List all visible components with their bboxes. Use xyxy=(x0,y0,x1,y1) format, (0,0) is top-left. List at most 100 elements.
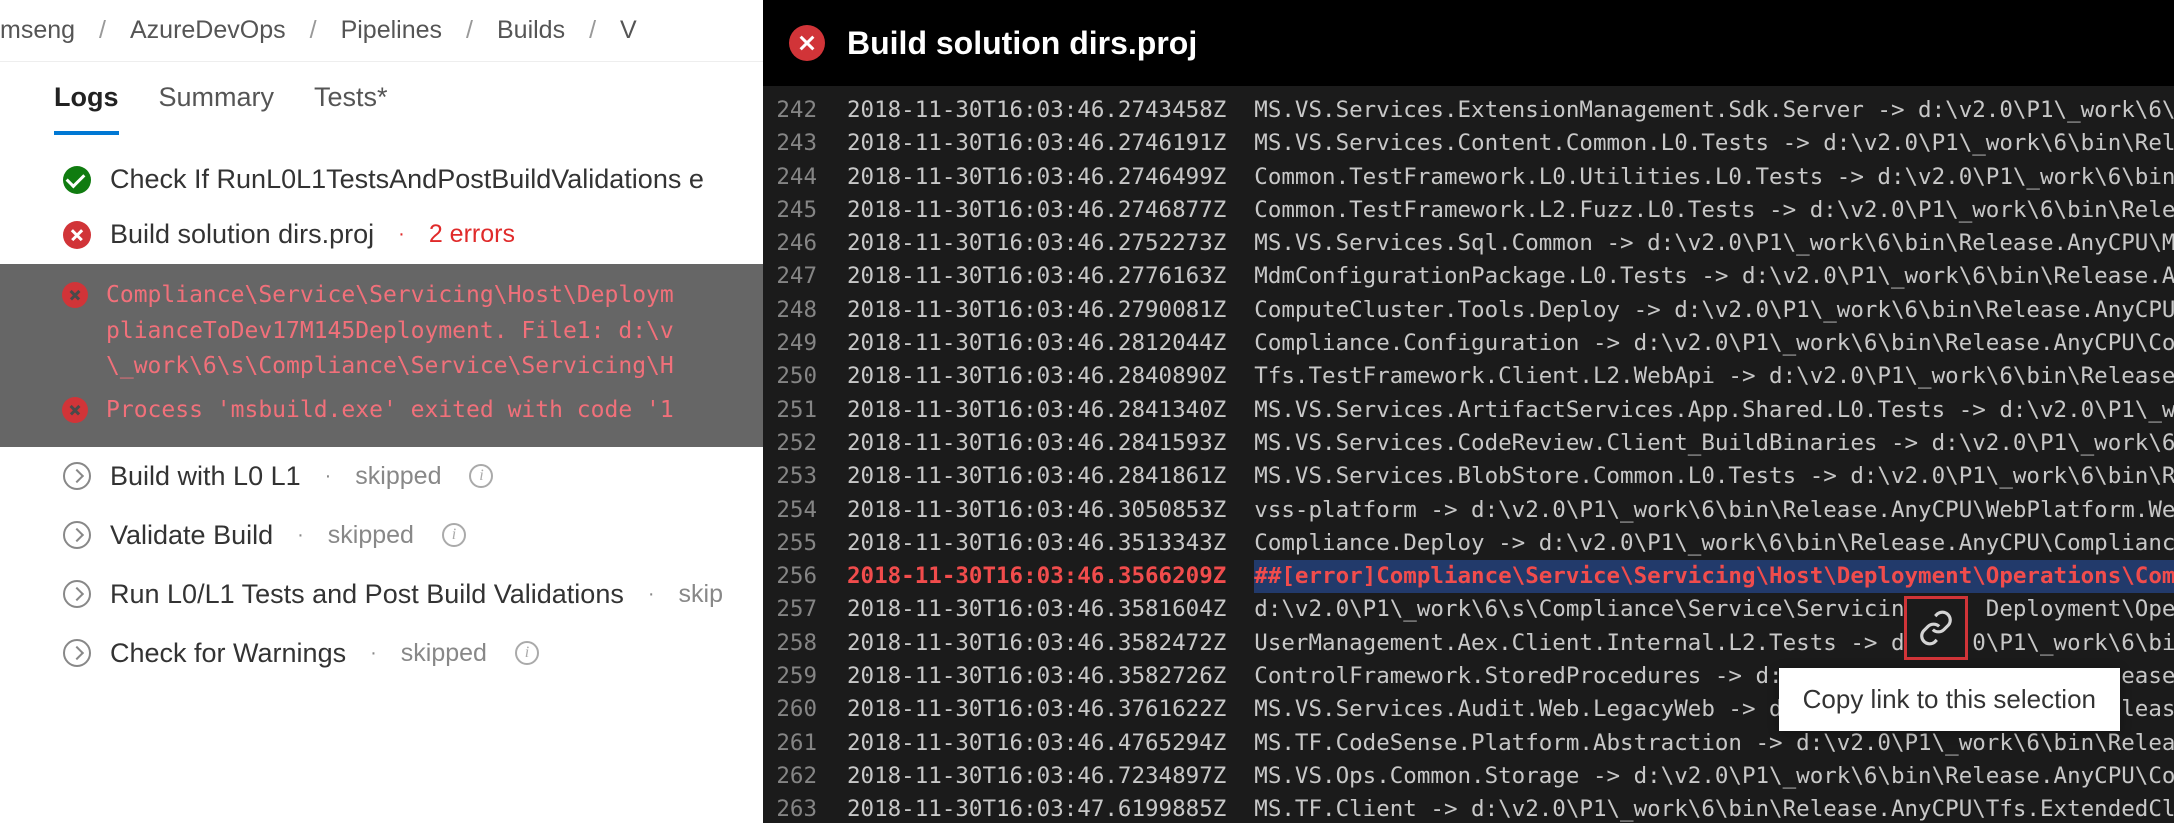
step-title: Check for Warnings xyxy=(110,638,346,669)
info-icon[interactable]: i xyxy=(515,641,539,665)
log-line-number: 244 xyxy=(763,161,847,194)
log-line-number: 251 xyxy=(763,394,847,427)
step-row-run-tests[interactable]: Run L0/L1 Tests and Post Build Validatio… xyxy=(0,565,763,624)
log-message: MdmConfigurationPackage.L0.Tests -> d:\v… xyxy=(1254,260,2174,293)
step-title: Build with L0 L1 xyxy=(110,461,301,492)
step-row-build-l0l1[interactable]: Build with L0 L1 · skipped i xyxy=(0,447,763,506)
log-message: Compliance.Deploy -> d:\v2.0\P1\_work\6\… xyxy=(1254,527,2174,560)
log-line[interactable]: 2492018-11-30T16:03:46.2812044ZComplianc… xyxy=(763,327,2174,360)
tab-logs[interactable]: Logs xyxy=(54,82,119,135)
log-timestamp: 2018-11-30T16:03:46.4765294Z xyxy=(847,727,1254,760)
log-line-number: 257 xyxy=(763,593,847,626)
breadcrumb-item[interactable]: mseng xyxy=(0,16,75,45)
breadcrumb-item[interactable]: Pipelines xyxy=(341,16,442,45)
info-icon[interactable]: i xyxy=(469,464,493,488)
log-line-number: 248 xyxy=(763,294,847,327)
error-icon xyxy=(62,397,88,423)
log-timestamp: 2018-11-30T16:03:46.2746499Z xyxy=(847,161,1254,194)
log-header: Build solution dirs.proj xyxy=(763,0,2174,86)
log-line[interactable]: 2532018-11-30T16:03:46.2841861ZMS.VS.Ser… xyxy=(763,460,2174,493)
log-message: Compliance.Configuration -> d:\v2.0\P1\_… xyxy=(1254,327,2174,360)
success-icon xyxy=(62,165,92,195)
log-line[interactable]: 2452018-11-30T16:03:46.2746877ZCommon.Te… xyxy=(763,194,2174,227)
left-panel: mseng / AzureDevOps / Pipelines / Builds… xyxy=(0,0,763,823)
log-line[interactable]: 2512018-11-30T16:03:46.2841340ZMS.VS.Ser… xyxy=(763,394,2174,427)
error-text-line: Compliance\Service\Servicing\Host\Deploy… xyxy=(106,278,674,314)
log-line[interactable]: 2502018-11-30T16:03:46.2840890ZTfs.TestF… xyxy=(763,360,2174,393)
log-line[interactable]: 2562018-11-30T16:03:46.3566209Z##[error]… xyxy=(763,560,2174,593)
log-timestamp: 2018-11-30T16:03:46.3582472Z xyxy=(847,627,1254,660)
log-line[interactable]: 2552018-11-30T16:03:46.3513343ZComplianc… xyxy=(763,527,2174,560)
log-line[interactable]: 2432018-11-30T16:03:46.2746191ZMS.VS.Ser… xyxy=(763,127,2174,160)
log-timestamp: 2018-11-30T16:03:46.3581604Z xyxy=(847,593,1254,626)
log-line[interactable]: 2612018-11-30T16:03:46.4765294ZMS.TF.Cod… xyxy=(763,727,2174,760)
tabs: Logs Summary Tests* xyxy=(0,62,763,135)
breadcrumb-sep: / xyxy=(99,16,106,45)
breadcrumb-item[interactable]: V xyxy=(620,16,637,45)
copy-link-button[interactable] xyxy=(1904,596,1968,660)
log-line[interactable]: 2462018-11-30T16:03:46.2752273ZMS.VS.Ser… xyxy=(763,227,2174,260)
log-timestamp: 2018-11-30T16:03:46.3566209Z xyxy=(847,560,1254,593)
log-message: ComputeCluster.Tools.Deploy -> d:\v2.0\P… xyxy=(1254,294,2174,327)
log-message: MS.VS.Ops.Common.Storage -> d:\v2.0\P1\_… xyxy=(1254,760,2174,793)
log-timestamp: 2018-11-30T16:03:46.2746877Z xyxy=(847,194,1254,227)
error-text-line: Process 'msbuild.exe' exited with code '… xyxy=(106,393,674,429)
error-icon xyxy=(62,282,88,308)
info-icon[interactable]: i xyxy=(442,523,466,547)
step-status: skipped xyxy=(401,639,487,668)
log-message: d:\v2.0\P1\_work\6\s\Compliance\Service\… xyxy=(1254,593,2174,626)
log-line[interactable]: 2542018-11-30T16:03:46.3050853Zvss-platf… xyxy=(763,494,2174,527)
dot-sep: · xyxy=(642,583,661,606)
chevron-circle-icon xyxy=(62,638,92,668)
step-row-build-solution[interactable]: Build solution dirs.proj · 2 errors xyxy=(0,205,763,264)
log-line-number: 242 xyxy=(763,94,847,127)
breadcrumb-item[interactable]: Builds xyxy=(497,16,565,45)
log-timestamp: 2018-11-30T16:03:46.2841593Z xyxy=(847,427,1254,460)
dot-sep: · xyxy=(392,223,411,246)
log-message: MS.VS.Services.ArtifactServices.App.Shar… xyxy=(1254,394,2174,427)
log-timestamp: 2018-11-30T16:03:46.2841340Z xyxy=(847,394,1254,427)
log-message: MS.VS.Services.ExtensionManagement.Sdk.S… xyxy=(1254,94,2174,127)
log-line-number: 258 xyxy=(763,627,847,660)
step-title: Validate Build xyxy=(110,520,273,551)
log-line[interactable]: 2522018-11-30T16:03:46.2841593ZMS.VS.Ser… xyxy=(763,427,2174,460)
error-details[interactable]: Compliance\Service\Servicing\Host\Deploy… xyxy=(0,264,763,447)
chevron-circle-icon xyxy=(62,579,92,609)
step-status: skipped xyxy=(355,462,441,491)
step-title: Build solution dirs.proj xyxy=(110,219,374,250)
log-line-number: 256 xyxy=(763,560,847,593)
log-line-number: 249 xyxy=(763,327,847,360)
log-line-number: 254 xyxy=(763,494,847,527)
log-line-number: 259 xyxy=(763,660,847,693)
log-line-number: 247 xyxy=(763,260,847,293)
step-error-count: 2 errors xyxy=(429,220,515,249)
log-message: ##[error]Compliance\Service\Servicing\Ho… xyxy=(1254,560,2174,593)
log-line[interactable]: 2632018-11-30T16:03:47.6199885ZMS.TF.Cli… xyxy=(763,793,2174,823)
breadcrumb-sep: / xyxy=(589,16,596,45)
breadcrumb: mseng / AzureDevOps / Pipelines / Builds… xyxy=(0,0,763,62)
log-message: Common.TestFramework.L0.Utilities.L0.Tes… xyxy=(1254,161,2174,194)
breadcrumb-item[interactable]: AzureDevOps xyxy=(130,16,286,45)
log-line[interactable]: 2622018-11-30T16:03:46.7234897ZMS.VS.Ops… xyxy=(763,760,2174,793)
log-line[interactable]: 2482018-11-30T16:03:46.2790081ZComputeCl… xyxy=(763,294,2174,327)
error-icon xyxy=(62,220,92,250)
step-row-check[interactable]: Check If RunL0L1TestsAndPostBuildValidat… xyxy=(0,160,763,205)
step-row-validate[interactable]: Validate Build · skipped i xyxy=(0,506,763,565)
log-line-number: 243 xyxy=(763,127,847,160)
log-line-number: 255 xyxy=(763,527,847,560)
tab-tests[interactable]: Tests* xyxy=(314,82,388,135)
log-line[interactable]: 2442018-11-30T16:03:46.2746499ZCommon.Te… xyxy=(763,161,2174,194)
log-message: Common.TestFramework.L2.Fuzz.L0.Tests ->… xyxy=(1254,194,2174,227)
log-line-number: 263 xyxy=(763,793,847,823)
log-message: UserManagement.Aex.Client.Internal.L2.Te… xyxy=(1254,627,2174,660)
error-text-line: \_work\6\s\Compliance\Service\Servicing\… xyxy=(106,349,674,385)
log-timestamp: 2018-11-30T16:03:46.3582726Z xyxy=(847,660,1254,693)
tab-summary[interactable]: Summary xyxy=(159,82,275,135)
step-row-check-warnings[interactable]: Check for Warnings · skipped i xyxy=(0,624,763,683)
log-line[interactable]: 2472018-11-30T16:03:46.2776163ZMdmConfig… xyxy=(763,260,2174,293)
log-line[interactable]: 2422018-11-30T16:03:46.2743458ZMS.VS.Ser… xyxy=(763,94,2174,127)
log-timestamp: 2018-11-30T16:03:46.3513343Z xyxy=(847,527,1254,560)
log-line-number: 260 xyxy=(763,693,847,726)
log-timestamp: 2018-11-30T16:03:47.6199885Z xyxy=(847,793,1254,823)
log-message: MS.VS.Services.Sql.Common -> d:\v2.0\P1\… xyxy=(1254,227,2174,260)
